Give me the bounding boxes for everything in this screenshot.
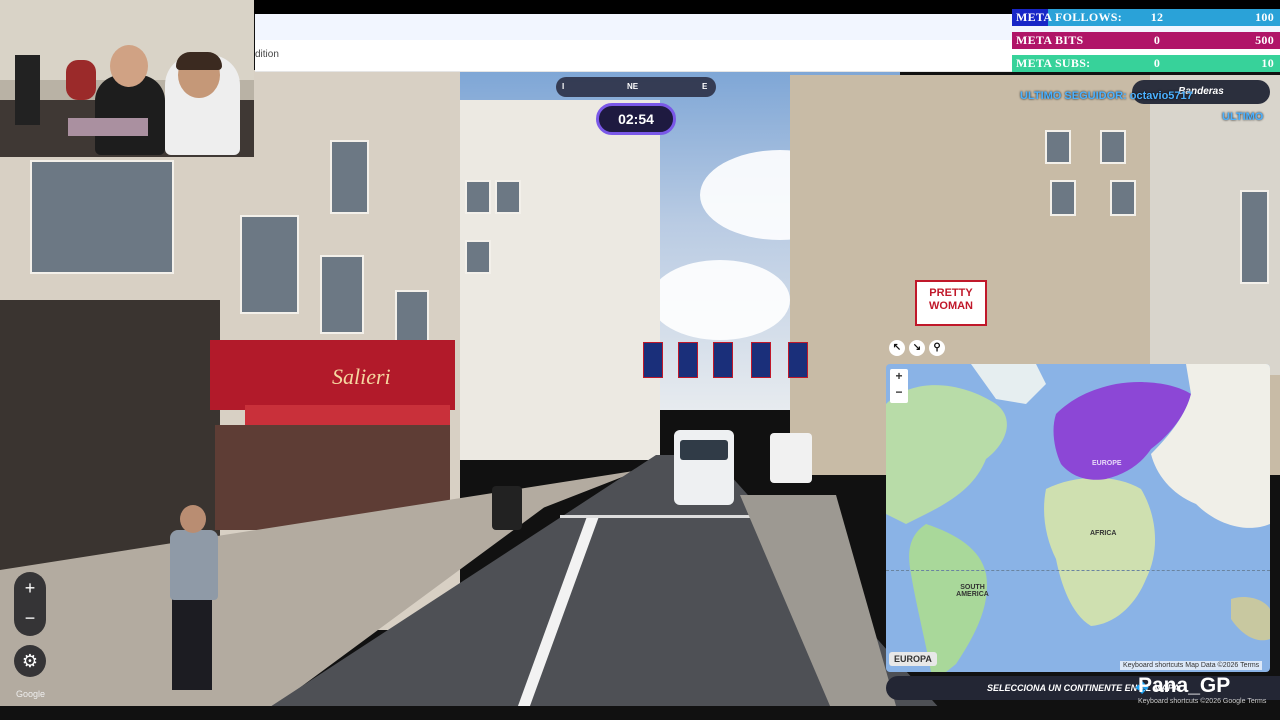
- compass-heading: NE: [627, 82, 639, 91]
- window: [240, 215, 299, 314]
- streetview-zoom-out-button[interactable]: −: [14, 608, 46, 629]
- streetview-zoom-control: + −: [14, 572, 46, 636]
- stop-line: [560, 515, 750, 518]
- meta-follows-max: 100: [1255, 10, 1274, 24]
- last-follower-text-repeat: ULTIMO: [1222, 111, 1264, 123]
- window: [1050, 180, 1076, 216]
- window: [1240, 190, 1269, 284]
- expand-icon[interactable]: ↖: [889, 340, 905, 356]
- webcam-monitor: [15, 55, 40, 125]
- pedestrian-head: [180, 505, 206, 533]
- bottom-black-bar: [0, 706, 1280, 720]
- webcam-person-head: [110, 45, 148, 87]
- compass-tick: I: [562, 82, 565, 91]
- meta-bits-label: META BITS: [1016, 33, 1084, 47]
- window: [495, 180, 521, 214]
- compass-east: E: [702, 82, 708, 91]
- union-flag: [713, 342, 733, 378]
- map-zoom-control: + −: [890, 369, 908, 403]
- shop-awning: [245, 405, 450, 425]
- meta-subs-bar: META SUBS: 0 10: [1012, 55, 1280, 72]
- streetview-zoom-in-button[interactable]: +: [14, 578, 46, 599]
- map-size-tools: ↖ ↘ ⚲: [888, 338, 948, 358]
- africa[interactable]: [1044, 477, 1156, 626]
- union-flag: [751, 342, 771, 378]
- window: [465, 240, 491, 274]
- meta-follows-current: 12: [1150, 10, 1164, 24]
- street-bin: [492, 486, 522, 530]
- webcam-person: [66, 60, 96, 100]
- van-windshield: [680, 440, 728, 460]
- map-attribution: Keyboard shortcuts Map Data ©2026 Terms: [1120, 661, 1263, 670]
- pretty-woman-poster: PRETTY WOMAN: [915, 280, 987, 326]
- selected-continent-label: EUROPA: [889, 652, 937, 666]
- last-follower-text: ULTIMO SEGUIDOR: octavio5717: [1020, 90, 1193, 102]
- cloud: [650, 260, 790, 340]
- pedestrian-legs: [172, 598, 212, 690]
- union-flag: [643, 342, 663, 378]
- window: [1045, 130, 1071, 164]
- meta-bits-bar: META BITS 0 500: [1012, 32, 1280, 49]
- meta-follows-bar: META FOLLOWS: 12 100: [1012, 9, 1280, 26]
- meta-follows-label: META FOLLOWS:: [1016, 10, 1123, 24]
- building-center: [450, 100, 660, 460]
- meta-bits-current: 0: [1153, 33, 1161, 47]
- shrink-icon[interactable]: ↘: [909, 340, 925, 356]
- meta-bits-max: 500: [1255, 33, 1274, 47]
- map-label-africa: AFRICA: [1090, 530, 1117, 537]
- meta-subs-label: META SUBS:: [1016, 56, 1091, 70]
- meta-subs-max: 10: [1261, 56, 1274, 70]
- world-map[interactable]: [886, 364, 1270, 672]
- webcam-keyboard: [68, 118, 148, 136]
- white-truck: [770, 433, 812, 483]
- map-zoom-in-button[interactable]: +: [890, 369, 908, 383]
- streamer-name: Pana_GP: [1138, 674, 1231, 697]
- guess-map[interactable]: [886, 364, 1270, 672]
- union-flag: [788, 342, 808, 378]
- window: [1100, 130, 1126, 164]
- south-america[interactable]: [909, 524, 987, 672]
- map-label-south-america: SOUTH AMERICA: [956, 584, 989, 598]
- round-timer: 02:54: [596, 103, 676, 135]
- webcam-person: [95, 75, 165, 155]
- webcam-person-hair: [176, 52, 222, 70]
- meta-subs-current: 0: [1153, 56, 1161, 70]
- map-label-europe: EUROPE: [1092, 460, 1122, 467]
- address-bar-text[interactable]: dition: [255, 49, 279, 60]
- shop-sign-text: Salieri: [332, 364, 391, 389]
- google-logo: Google: [16, 689, 46, 699]
- compass-bar: I NE E: [556, 77, 716, 97]
- window: [30, 160, 174, 274]
- window: [465, 180, 491, 214]
- pedestrian: [170, 530, 218, 600]
- window: [1110, 180, 1136, 216]
- map-zoom-out-button[interactable]: −: [890, 385, 908, 399]
- union-flag: [678, 342, 698, 378]
- pin-icon[interactable]: ⚲: [929, 340, 945, 356]
- settings-gear-icon[interactable]: ⚙: [14, 645, 46, 677]
- equator-line: [886, 570, 1270, 571]
- window: [330, 140, 369, 214]
- north-america[interactable]: [886, 385, 1007, 524]
- webcam-overlay: [0, 0, 254, 157]
- window: [320, 255, 364, 334]
- australia[interactable]: [1231, 597, 1270, 641]
- streetview-attribution: Keyboard shortcuts ©2026 Google Terms: [1138, 698, 1267, 705]
